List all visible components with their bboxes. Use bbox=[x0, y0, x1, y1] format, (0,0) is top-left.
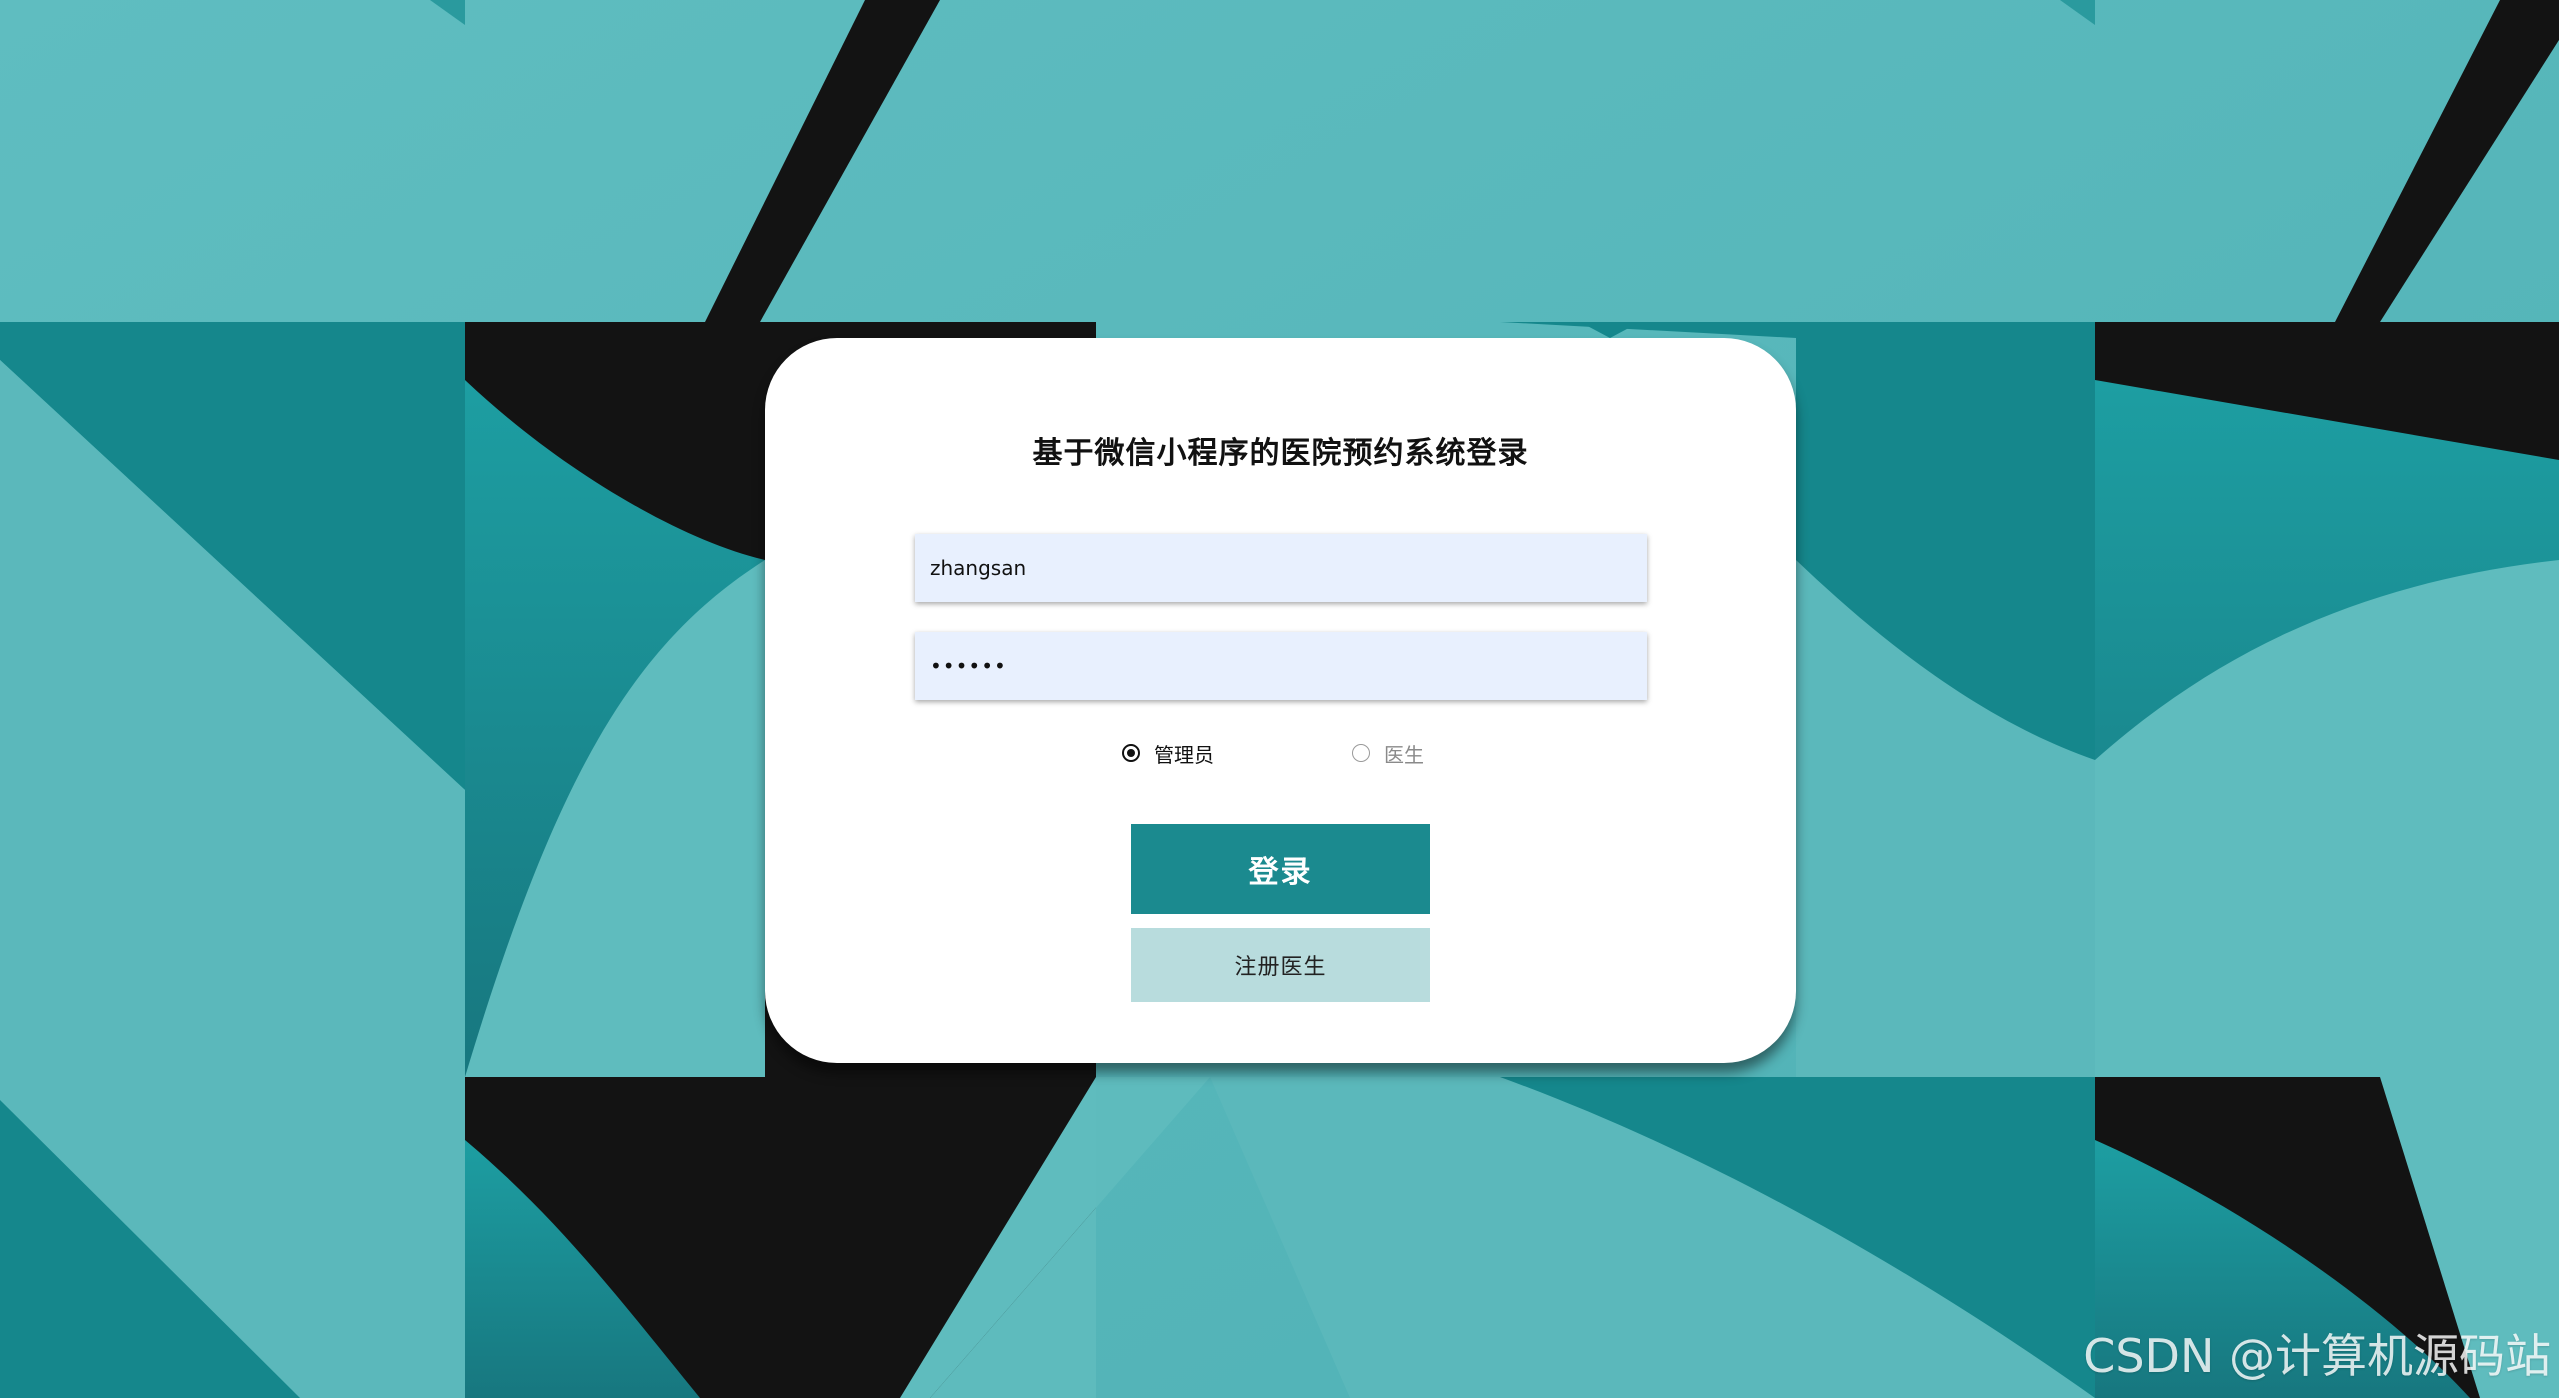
login-card: 基于微信小程序的医院预约系统登录 管理员 医生 登录 注册医生 bbox=[765, 338, 1796, 1063]
login-page: 基于微信小程序的医院预约系统登录 管理员 医生 登录 注册医生 CSDN @计算… bbox=[0, 0, 2559, 1398]
page-title: 基于微信小程序的医院预约系统登录 bbox=[1032, 436, 1529, 471]
radio-unselected-icon[interactable] bbox=[1352, 744, 1370, 762]
username-input[interactable] bbox=[915, 534, 1647, 602]
register-doctor-button[interactable]: 注册医生 bbox=[1131, 928, 1430, 1002]
role-option-admin[interactable]: 管理员 bbox=[1122, 738, 1214, 768]
role-option-doctor[interactable]: 医生 bbox=[1352, 738, 1424, 768]
role-label-admin: 管理员 bbox=[1154, 742, 1214, 767]
watermark-text: CSDN @计算机源码站 bbox=[2083, 1329, 2551, 1383]
role-selector: 管理员 医生 bbox=[765, 738, 1796, 768]
radio-selected-icon[interactable] bbox=[1122, 744, 1140, 762]
role-label-doctor: 医生 bbox=[1384, 742, 1424, 767]
login-button[interactable]: 登录 bbox=[1131, 824, 1430, 914]
password-input[interactable] bbox=[915, 632, 1647, 700]
